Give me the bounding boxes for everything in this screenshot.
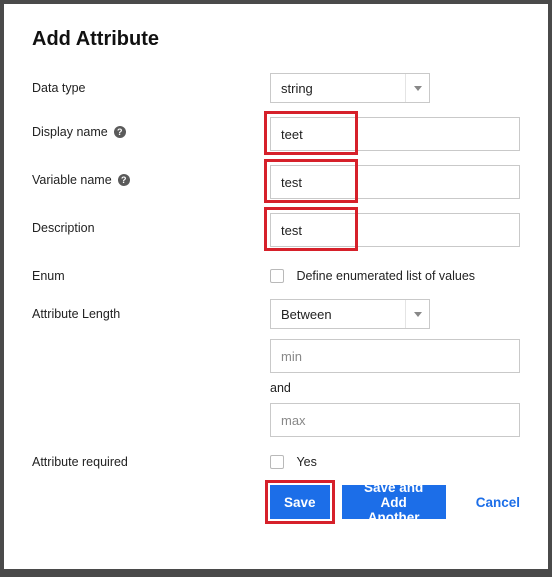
label-description: Description xyxy=(32,213,270,235)
enum-checkbox[interactable] xyxy=(270,269,284,283)
label-attribute-length: Attribute Length xyxy=(32,299,270,321)
help-icon[interactable]: ? xyxy=(114,126,126,138)
required-checkbox[interactable] xyxy=(270,455,284,469)
label-enum: Enum xyxy=(32,261,270,283)
label-display-name: Display name ? xyxy=(32,117,270,139)
chevron-down-icon xyxy=(405,74,429,102)
display-name-input[interactable] xyxy=(270,117,520,151)
variable-name-input[interactable] xyxy=(270,165,520,199)
add-attribute-modal: Add Attribute Data type string Display n… xyxy=(4,4,548,569)
min-input[interactable] xyxy=(270,339,520,373)
label-attribute-required: Attribute required xyxy=(32,447,270,469)
help-icon[interactable]: ? xyxy=(118,174,130,186)
required-checkbox-label: Yes xyxy=(296,455,316,469)
chevron-down-icon xyxy=(405,300,429,328)
cancel-link[interactable]: Cancel xyxy=(476,495,520,510)
data-type-select[interactable]: string xyxy=(270,73,430,103)
save-button[interactable]: Save xyxy=(270,485,330,519)
label-data-type: Data type xyxy=(32,73,270,95)
enum-checkbox-label: Define enumerated list of values xyxy=(296,269,475,283)
modal-footer: Save Save and Add Another Cancel xyxy=(270,485,520,519)
modal-title: Add Attribute xyxy=(32,28,520,51)
label-variable-name: Variable name ? xyxy=(32,165,270,187)
max-input[interactable] xyxy=(270,403,520,437)
description-input[interactable] xyxy=(270,213,520,247)
and-label: and xyxy=(270,381,520,395)
length-mode-select[interactable]: Between xyxy=(270,299,430,329)
save-add-another-button[interactable]: Save and Add Another xyxy=(342,485,446,519)
